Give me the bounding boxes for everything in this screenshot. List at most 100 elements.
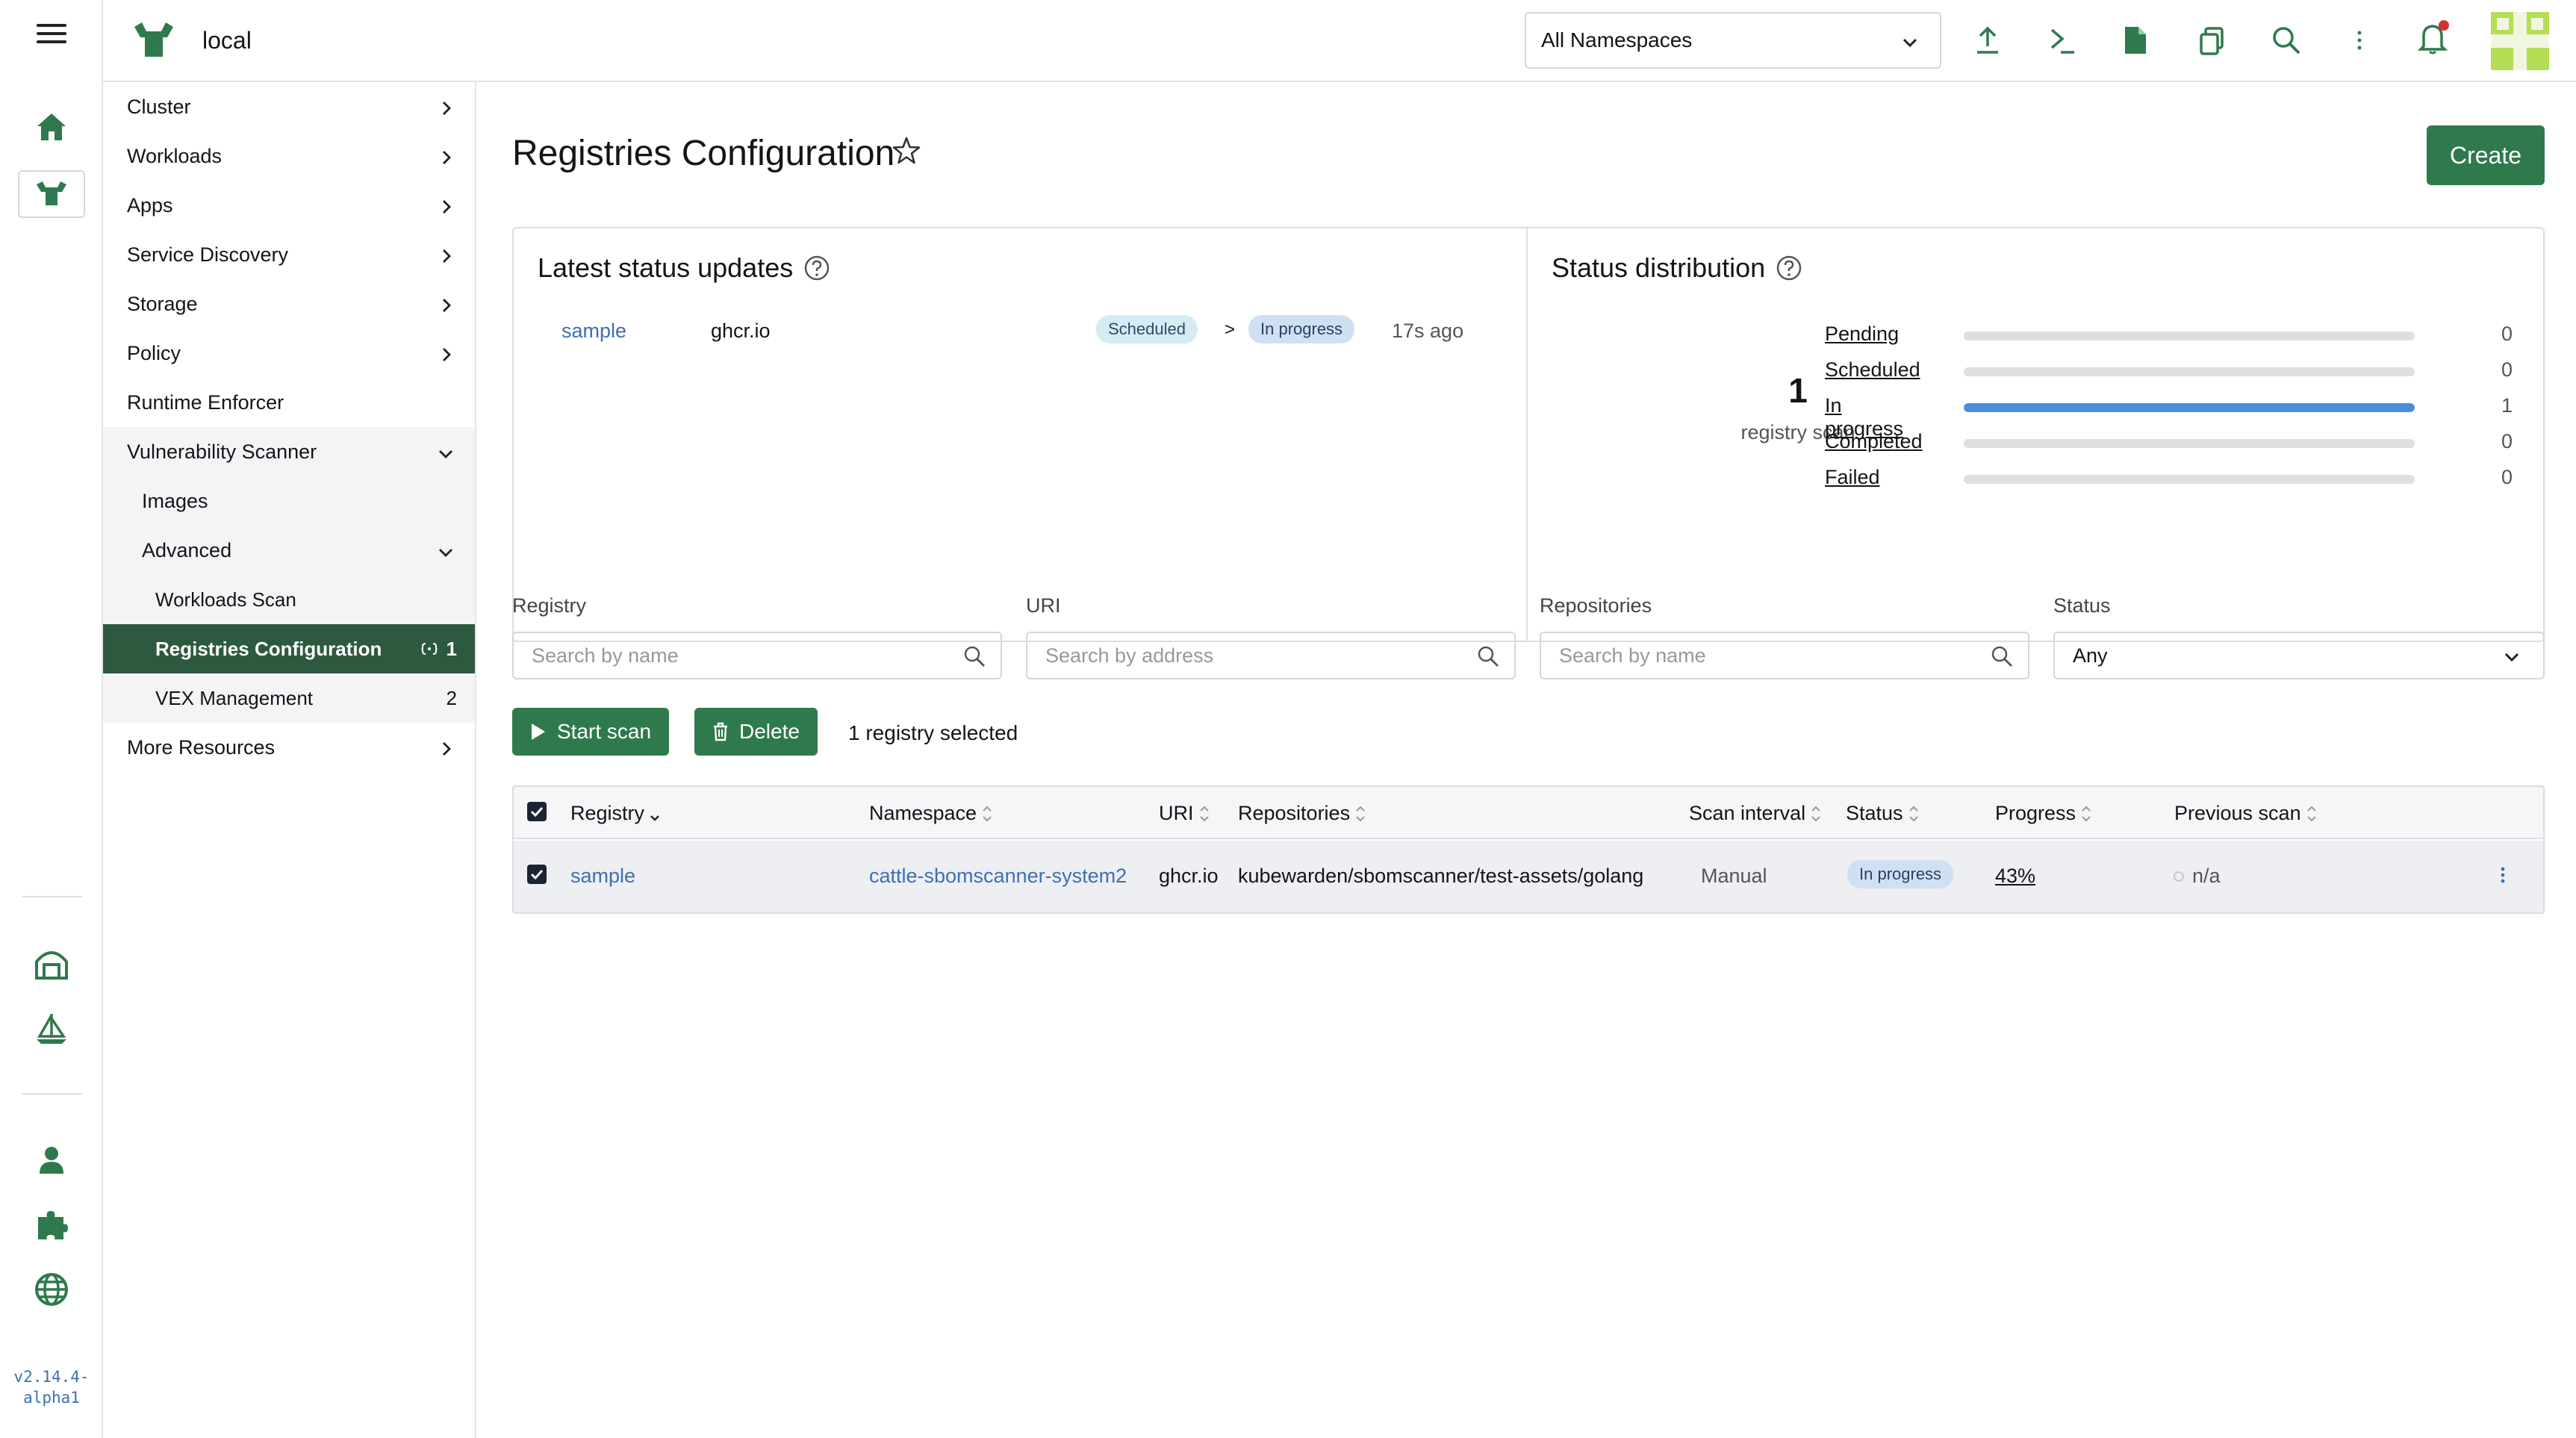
column-header-registry[interactable]: Registry [570, 802, 661, 825]
column-header-previous-scan[interactable]: Previous scan [2174, 802, 2318, 825]
scan-interval-cell: Manual [1701, 865, 1767, 887]
help-icon[interactable] [1776, 255, 1802, 281]
nav-item-workloads[interactable]: Workloads [103, 131, 475, 181]
row-actions-button[interactable] [2498, 862, 2507, 894]
column-header-scan-interval[interactable]: Scan interval [1689, 802, 1822, 825]
search-icon [963, 645, 986, 673]
globe-icon [35, 1273, 68, 1306]
selection-summary: 1 registry selected [848, 721, 1018, 744]
update-uri: ghcr.io [711, 320, 771, 342]
registry-link[interactable]: sample [570, 865, 635, 888]
namespaced-icon [420, 643, 438, 655]
nav-item-policy[interactable]: Policy [103, 329, 475, 378]
page-title: Registries Configuration [512, 134, 895, 173]
uri-cell: ghcr.io [1159, 865, 1219, 887]
kebab-icon [2357, 31, 2362, 50]
progress-link[interactable]: 43% [1995, 865, 2035, 888]
namespace-select-value: All Namespaces [1541, 28, 1693, 52]
distribution-label[interactable]: Failed [1825, 466, 1880, 489]
nav-item-service-discovery[interactable]: Service Discovery [103, 230, 475, 279]
chevron-right-icon [439, 296, 454, 319]
user-avatar[interactable] [2491, 12, 2549, 70]
kubectl-shell-button[interactable] [2049, 25, 2076, 60]
status-select[interactable]: Any [2053, 632, 2545, 679]
delete-button[interactable]: Delete [694, 708, 818, 756]
search-icon [1991, 645, 2013, 673]
favorite-button[interactable] [892, 136, 921, 171]
sort-icon [1199, 806, 1209, 821]
status-updates-title: Latest status updates [538, 252, 830, 284]
download-kubeconfig-button[interactable] [2124, 25, 2147, 60]
nav-item-more-resources[interactable]: More Resources [103, 723, 475, 772]
trash-icon [714, 722, 727, 741]
repositories-search-input[interactable]: Search by name [1540, 632, 2029, 679]
nav-item-count: 2 [446, 686, 457, 709]
card-divider [1526, 228, 1528, 641]
help-icon[interactable] [803, 255, 830, 281]
row-checkbox[interactable] [527, 865, 547, 884]
nav-item-apps[interactable]: Apps [103, 181, 475, 230]
nav-item-label: VEX Management [155, 686, 314, 709]
users-button[interactable] [0, 1145, 103, 1175]
nav-item-vex-management[interactable]: VEX Management 2 [103, 673, 475, 723]
namespace-select[interactable]: All Namespaces [1525, 12, 1941, 69]
version-label[interactable]: v2.14.4-alpha1 [0, 1366, 103, 1408]
nav-item-images[interactable]: Images [103, 476, 475, 526]
distribution-label[interactable]: Scheduled [1825, 358, 1920, 382]
copy-kubeconfig-button[interactable] [2198, 25, 2225, 60]
nav-item-registries-configuration[interactable]: Registries Configuration 1 [103, 624, 475, 673]
terminal-icon [2050, 28, 2074, 54]
sort-icon [983, 806, 992, 821]
more-actions-button[interactable] [2355, 25, 2364, 60]
update-registry-link[interactable]: sample [561, 320, 626, 343]
transition-arrow: > [1225, 320, 1236, 340]
namespace-link[interactable]: cattle-sbomscanner-system2 [869, 865, 1127, 888]
import-yaml-button[interactable] [1974, 25, 2001, 60]
column-header-repositories[interactable]: Repositories [1238, 802, 1366, 825]
status-badge-in-progress: In progress [1847, 860, 1954, 888]
distribution-count: 0 [2501, 358, 2513, 381]
nav-item-workloads-scan[interactable]: Workloads Scan [103, 575, 475, 624]
nav-item-vulnerability-scanner[interactable]: Vulnerability Scanner [103, 427, 475, 476]
chevron-down-icon [438, 542, 454, 565]
column-header-status[interactable]: Status [1846, 802, 1920, 825]
table-row[interactable]: sample cattle-sbomscanner-system2 ghcr.i… [514, 841, 2543, 912]
apps-marketplace-button[interactable] [0, 1012, 103, 1045]
nav-item-label: More Resources [127, 735, 276, 759]
extensions-button[interactable] [0, 1208, 103, 1241]
column-header-progress[interactable]: Progress [1995, 802, 2092, 825]
sort-icon [2306, 806, 2316, 821]
home-button[interactable] [0, 112, 103, 142]
filter-label-registry: Registry [512, 594, 587, 617]
distribution-label[interactable]: Pending [1825, 323, 1899, 346]
distribution-count: 1 [2501, 394, 2513, 417]
nav-item-advanced[interactable]: Advanced [103, 526, 475, 575]
sort-icon [650, 815, 659, 821]
start-scan-button[interactable]: Start scan [512, 708, 670, 756]
registry-search-input[interactable]: Search by name [512, 632, 1002, 679]
cluster-button[interactable] [18, 170, 85, 218]
nav-item-label: Runtime Enforcer [127, 390, 284, 414]
filter-label-uri: URI [1026, 594, 1061, 617]
select-all-checkbox[interactable] [527, 802, 547, 821]
nav-item-runtime-enforcer[interactable]: Runtime Enforcer [103, 378, 475, 427]
nav-item-label: Apps [127, 193, 173, 217]
status-dot-icon [2174, 871, 2184, 882]
update-time: 17s ago [1392, 320, 1464, 342]
distribution-label[interactable]: Completed [1825, 430, 1923, 453]
notifications-button[interactable] [2417, 19, 2451, 60]
global-settings-button[interactable] [0, 1272, 103, 1307]
menu-button[interactable] [0, 22, 103, 45]
column-header-namespace[interactable]: Namespace [869, 802, 993, 825]
registries-table: Registry Namespace URI Repositories Scan… [512, 785, 2545, 914]
search-button[interactable] [2271, 25, 2301, 60]
create-button[interactable]: Create [2427, 125, 2545, 185]
filter-label-status: Status [2053, 594, 2111, 617]
fleet-button[interactable] [0, 947, 103, 980]
column-header-uri[interactable]: URI [1159, 802, 1210, 825]
nav-item-cluster[interactable]: Cluster [103, 82, 475, 131]
rail-divider [22, 896, 82, 897]
nav-item-storage[interactable]: Storage [103, 279, 475, 329]
uri-search-input[interactable]: Search by address [1026, 632, 1516, 679]
upload-icon [1977, 26, 1998, 54]
